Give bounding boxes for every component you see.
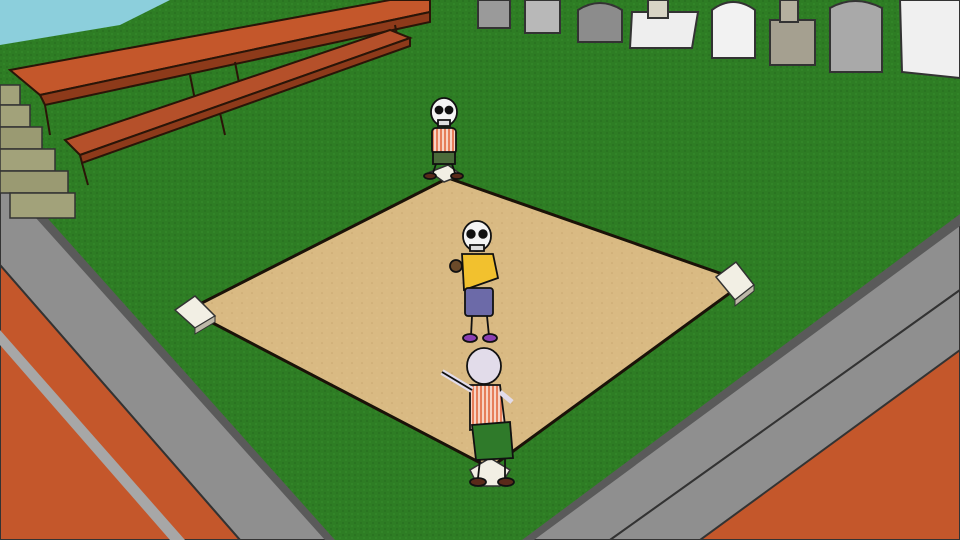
field-canvas <box>0 0 960 540</box>
game-scene <box>0 0 960 540</box>
